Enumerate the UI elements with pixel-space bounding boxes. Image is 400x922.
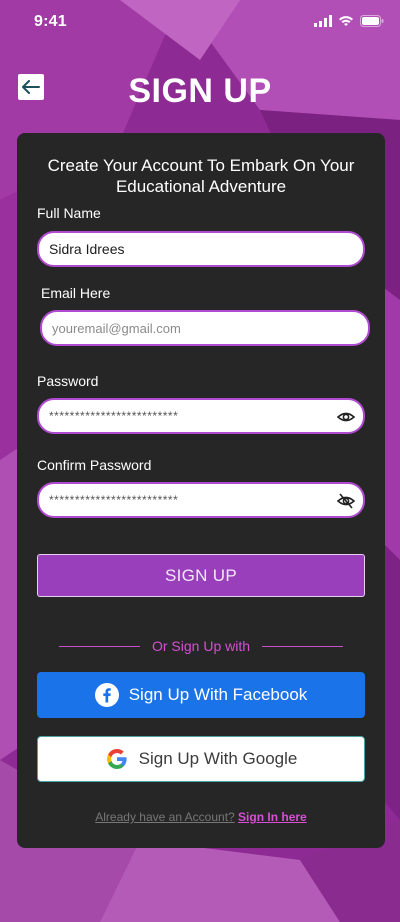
signin-prompt: Already have an Account? Sign In here xyxy=(17,810,385,824)
google-signup-button[interactable]: Sign Up With Google xyxy=(37,736,365,782)
signin-prompt-text: Already have an Account? xyxy=(95,810,235,824)
card-subtitle: Create Your Account To Embark On Your Ed… xyxy=(47,156,355,196)
status-time: 9:41 xyxy=(34,13,67,30)
divider-text: Or Sign Up with xyxy=(151,638,251,654)
wifi-icon xyxy=(339,16,353,26)
eye-off-icon[interactable] xyxy=(337,492,355,510)
eye-icon[interactable] xyxy=(337,408,355,426)
facebook-button-label: Sign Up With Facebook xyxy=(128,685,308,704)
google-icon xyxy=(106,749,127,769)
status-bar: 9:41 xyxy=(0,0,400,44)
email-input[interactable]: youremail@gmail.com xyxy=(40,310,370,346)
full-name-value: Sidra Idrees xyxy=(49,241,125,257)
email-placeholder: youremail@gmail.com xyxy=(52,320,181,336)
confirm-password-input[interactable]: ************************* xyxy=(37,482,365,518)
email-label: Email Here xyxy=(41,285,111,301)
facebook-signup-button[interactable]: Sign Up With Facebook xyxy=(37,672,365,718)
confirm-password-value: ************************* xyxy=(49,493,179,507)
divider-line-left xyxy=(59,645,140,647)
page-title: SIGN UP xyxy=(128,72,272,110)
password-value: ************************* xyxy=(49,409,179,423)
status-icons xyxy=(314,15,384,27)
signup-card: Create Your Account To Embark On Your Ed… xyxy=(17,133,385,848)
password-input[interactable]: ************************* xyxy=(37,398,365,434)
divider-line-right xyxy=(262,645,344,647)
facebook-icon xyxy=(94,683,119,707)
battery-icon xyxy=(360,15,384,27)
full-name-input[interactable]: Sidra Idrees xyxy=(37,231,365,267)
google-button-label: Sign Up With Google xyxy=(138,749,298,768)
confirm-password-label: Confirm Password xyxy=(37,457,152,473)
signal-icon xyxy=(314,15,332,27)
social-divider: Or Sign Up with xyxy=(59,636,344,656)
password-label: Password xyxy=(37,373,99,389)
signup-button[interactable]: SIGN UP xyxy=(37,554,365,597)
signin-link[interactable]: Sign In here xyxy=(238,810,307,824)
full-name-label: Full Name xyxy=(37,205,101,221)
